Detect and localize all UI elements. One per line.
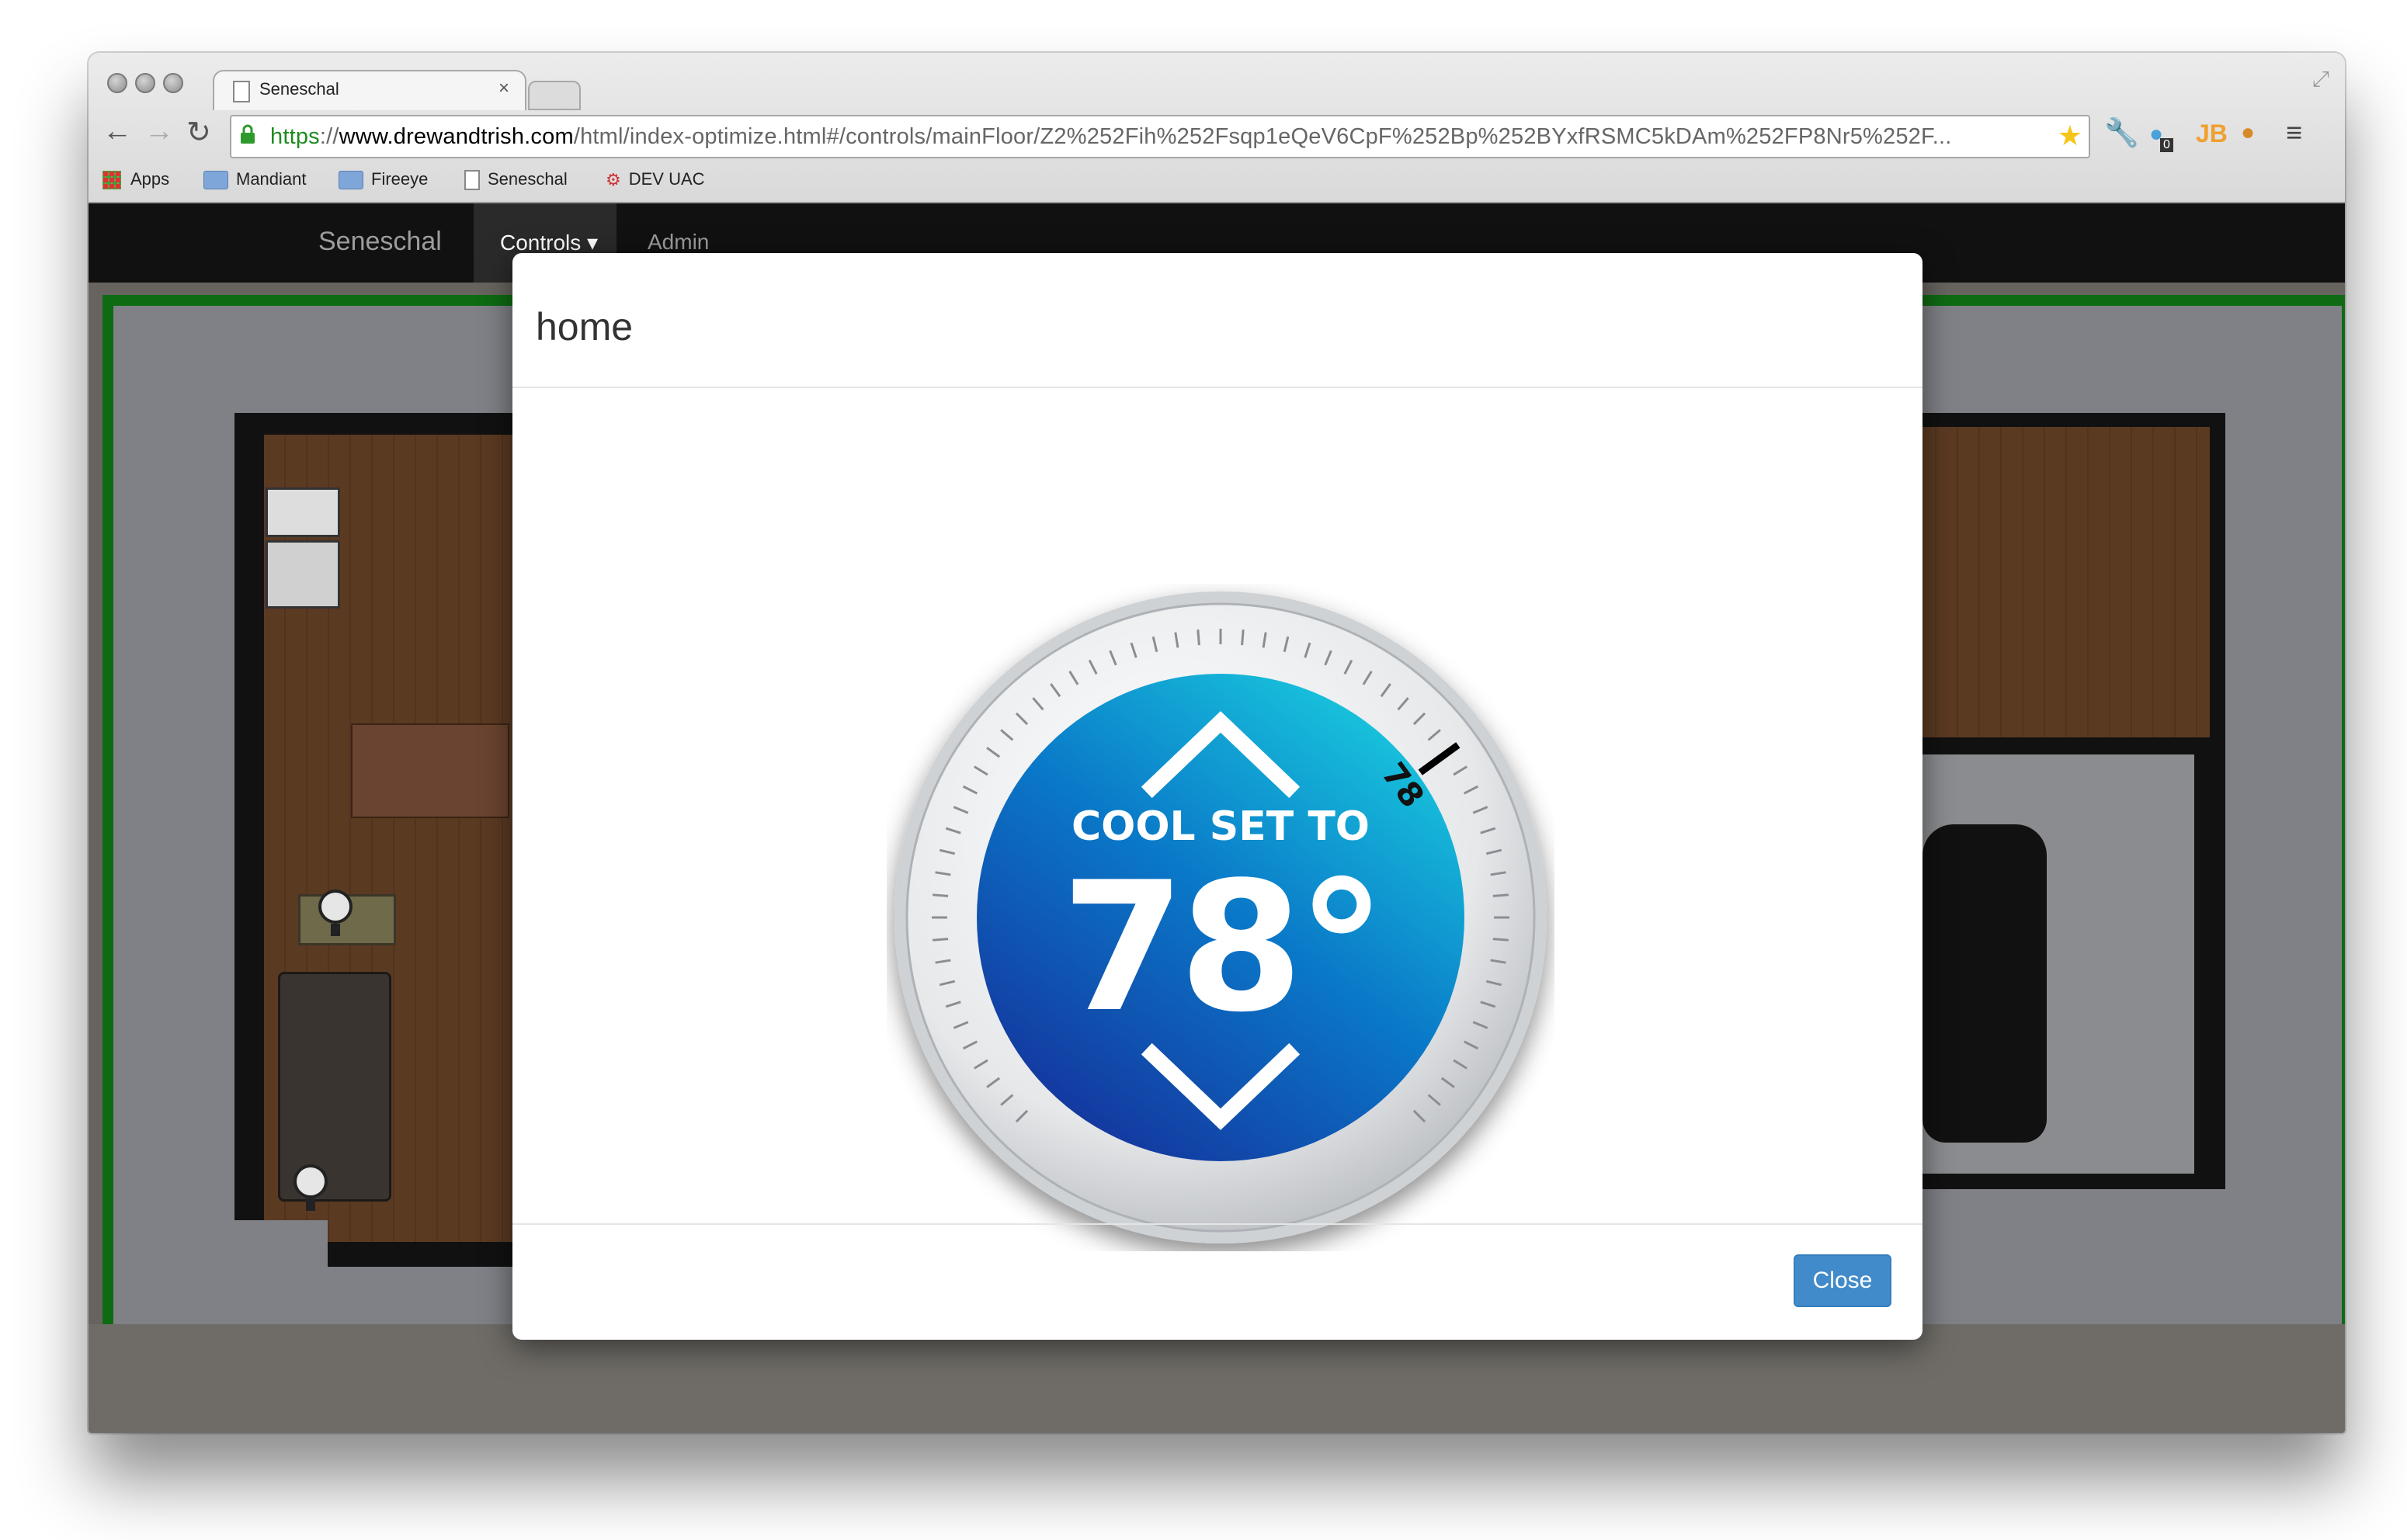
page-icon bbox=[464, 170, 480, 191]
garage-floor bbox=[1915, 754, 2194, 1174]
dial-tick bbox=[933, 893, 949, 897]
reload-icon[interactable]: ↻ bbox=[186, 115, 211, 150]
lock-icon bbox=[241, 124, 255, 144]
thermostat-graphic: COOL SET TO 78° 78 bbox=[894, 591, 1547, 1243]
dial-tick bbox=[1492, 938, 1509, 942]
modal-title: home bbox=[536, 305, 634, 349]
dial-tick bbox=[1197, 630, 1200, 646]
folder-icon bbox=[203, 171, 228, 190]
page-icon bbox=[233, 81, 250, 102]
fridge-icon bbox=[266, 540, 340, 609]
bike-icon: ⚙ bbox=[606, 170, 621, 190]
sofa-icon bbox=[278, 972, 391, 1202]
browser-toolbar: ← → ↻ https://www.drewandtrish.com/html/… bbox=[89, 112, 2345, 161]
bookmark-seneschal[interactable]: Seneschal bbox=[464, 169, 568, 191]
cookie-icon[interactable]: ● bbox=[2241, 120, 2255, 146]
minimize-window-button[interactable] bbox=[135, 73, 155, 93]
url-path: /html/index-optimize.html#/controls/main… bbox=[573, 124, 1952, 149]
bookmark-mandiant[interactable]: Mandiant bbox=[203, 169, 307, 190]
bookmark-fireeye[interactable]: Fireeye bbox=[339, 169, 429, 190]
extension-badge: 0 bbox=[2160, 138, 2173, 152]
apps-grid-icon bbox=[102, 171, 121, 190]
bookmark-star-icon[interactable]: ★ bbox=[2058, 120, 2082, 152]
bookmark-label: Fireeye bbox=[371, 169, 429, 189]
bookmark-label: Seneschal bbox=[488, 169, 568, 189]
wrench-icon[interactable]: 🔧 bbox=[2104, 116, 2139, 149]
bookmark-label: Apps bbox=[130, 169, 170, 189]
lightbulb-icon[interactable] bbox=[293, 1164, 328, 1211]
url-host: www.drewandtrish.com bbox=[339, 124, 574, 149]
address-bar[interactable]: https://www.drewandtrish.com/html/index-… bbox=[230, 115, 2090, 158]
folder-icon bbox=[339, 171, 363, 190]
ghostery-icon[interactable]: ● 0 bbox=[2149, 121, 2173, 152]
dining-table-icon bbox=[351, 723, 509, 818]
dial-tick bbox=[933, 938, 949, 942]
lightbulb-icon[interactable] bbox=[318, 890, 353, 936]
fullscreen-icon[interactable]: ⤢ bbox=[2312, 67, 2329, 92]
new-tab-button[interactable] bbox=[528, 81, 581, 110]
bookmark-label: DEV UAC bbox=[628, 169, 705, 189]
url-scheme: https bbox=[270, 124, 320, 149]
stove-icon bbox=[266, 487, 340, 537]
thermostat-modal: home COOL SET TO 78° 78 Close bbox=[512, 253, 1922, 1340]
wall-notch bbox=[234, 1220, 328, 1282]
forward-icon[interactable]: → bbox=[144, 115, 174, 148]
living-room-floor bbox=[1915, 427, 2210, 737]
app-brand[interactable]: Seneschal bbox=[318, 227, 442, 257]
thermostat-dial[interactable]: COOL SET TO 78° 78 bbox=[887, 584, 1554, 1251]
jetbrains-icon[interactable]: JB bbox=[2196, 120, 2228, 148]
thermostat-setpoint: 78° bbox=[1061, 845, 1380, 1052]
zoom-window-button[interactable] bbox=[163, 73, 183, 93]
url-separator: :// bbox=[319, 124, 339, 149]
nav-controls-label: Controls ▾ bbox=[500, 231, 599, 255]
menu-icon[interactable]: ≡ bbox=[2286, 116, 2302, 149]
tab-close-icon[interactable]: × bbox=[498, 78, 509, 99]
modal-header: home bbox=[512, 253, 1922, 388]
browser-tab[interactable]: Seneschal × bbox=[213, 70, 526, 110]
dial-tick bbox=[1241, 630, 1245, 646]
house-left-wing bbox=[234, 413, 530, 1282]
bookmark-apps[interactable]: Apps bbox=[102, 169, 170, 190]
close-window-button[interactable] bbox=[107, 73, 127, 93]
car-icon bbox=[1922, 824, 2047, 1143]
house-right-wing bbox=[1915, 413, 2225, 1189]
bookmarks-bar: Apps Mandiant Fireeye Seneschal ⚙ DEV UAC bbox=[89, 163, 2345, 199]
bookmark-dev-uac[interactable]: ⚙ DEV UAC bbox=[606, 169, 705, 190]
bookmark-label: Mandiant bbox=[236, 169, 307, 189]
modal-footer: Close bbox=[512, 1223, 1922, 1341]
browser-chrome: Seneschal × ⤢ ← → ↻ https://www.drewandt… bbox=[89, 53, 2345, 203]
dial-tick bbox=[1492, 893, 1509, 897]
back-icon[interactable]: ← bbox=[102, 115, 132, 148]
close-button[interactable]: Close bbox=[1794, 1254, 1891, 1307]
thermostat-mode-label: COOL SET TO bbox=[1072, 803, 1370, 850]
url-text: https://www.drewandtrish.com/html/index-… bbox=[270, 124, 1951, 150]
tab-title: Seneschal bbox=[259, 79, 339, 99]
